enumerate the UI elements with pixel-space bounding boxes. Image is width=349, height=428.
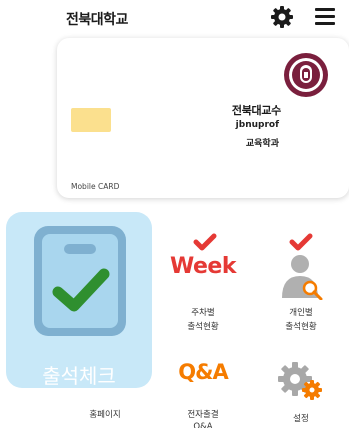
card-chip xyxy=(71,108,111,132)
app-title: 전북대학교 xyxy=(66,12,128,28)
homepage-label: 홈페이지 xyxy=(89,410,121,420)
gears-icon xyxy=(278,362,322,400)
attendance-check-tile[interactable]: 출석체크 xyxy=(6,212,152,388)
card-user-id: jbnuprof xyxy=(235,120,279,130)
gear-icon xyxy=(271,6,293,28)
card-type-label: Mobile CARD xyxy=(71,182,120,191)
week-icon-text: Week xyxy=(170,254,236,279)
personal-attendance-label-line2: 출석현황 xyxy=(285,322,317,332)
mobile-id-card[interactable]: Mobile CARD 전북대교수 jbnuprof 교육학과 xyxy=(57,38,349,198)
qa-icon: Q&A xyxy=(178,360,228,384)
weekly-attendance-label-line2: 출석현황 xyxy=(187,322,219,332)
card-department: 교육학과 xyxy=(245,139,279,149)
weekly-attendance-label-line1: 주차별 xyxy=(191,308,215,318)
menu-icon-bar xyxy=(315,22,335,25)
settings-tile[interactable]: 설정 xyxy=(262,356,340,428)
homepage-tile[interactable]: 홈페이지 xyxy=(66,400,144,428)
weekly-attendance-tile[interactable]: Week 주차별 출석현황 xyxy=(164,232,242,342)
card-holder-name: 전북대교수 xyxy=(231,104,281,117)
menu-icon xyxy=(315,8,335,11)
personal-attendance-tile[interactable]: 개인별 출석현황 xyxy=(262,232,340,342)
e-attendance-label-line2: Q&A xyxy=(193,422,213,428)
menu-icon-bar xyxy=(315,15,335,18)
person-search-icon xyxy=(282,233,323,300)
clipboard-check-icon xyxy=(34,226,126,336)
attendance-check-label: 출석체크 xyxy=(42,364,116,388)
hamburger-menu-button[interactable] xyxy=(314,6,336,28)
personal-attendance-label-line1: 개인별 xyxy=(289,308,313,318)
settings-label: 설정 xyxy=(293,414,309,424)
university-emblem-icon xyxy=(284,53,328,97)
settings-gear-button[interactable] xyxy=(270,5,294,29)
e-attendance-qa-tile[interactable]: Q&A 전자출결 Q&A xyxy=(164,356,242,428)
